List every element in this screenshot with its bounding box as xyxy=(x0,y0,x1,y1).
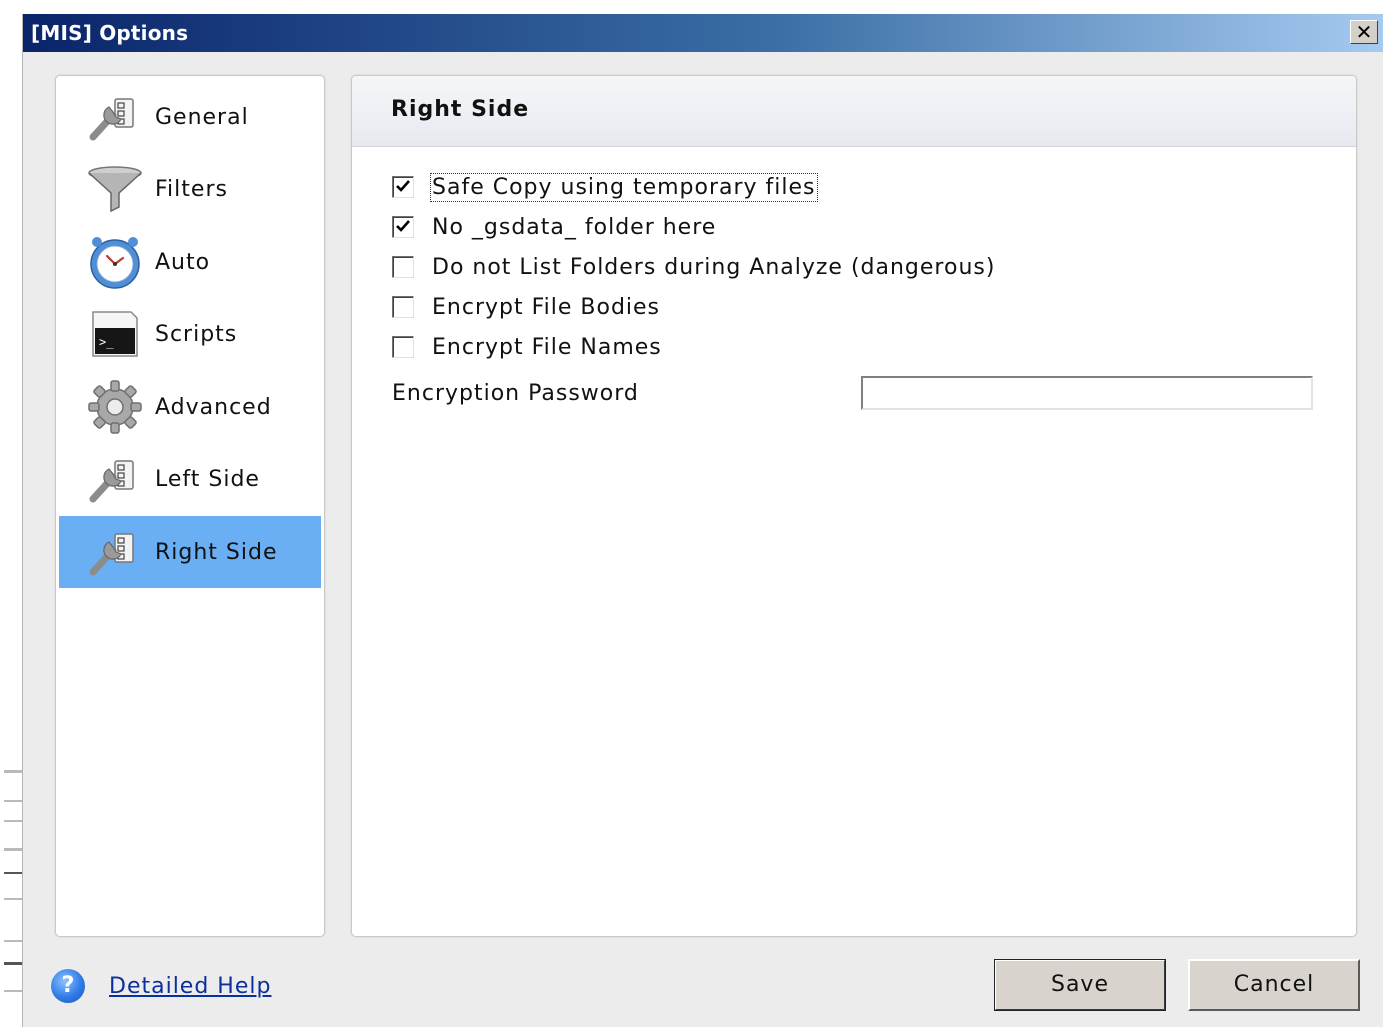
nav-item-auto[interactable]: Auto xyxy=(59,226,321,298)
nav-label: Left Side xyxy=(155,466,260,492)
encrypt-bodies-checkbox[interactable] xyxy=(392,296,414,318)
help-icon[interactable]: ? xyxy=(51,969,85,1003)
funnel-icon xyxy=(87,161,143,217)
checkmark-icon xyxy=(396,180,410,192)
title-bar[interactable]: [MIS] Options ✕ xyxy=(23,14,1383,52)
nav-label: General xyxy=(155,104,249,130)
wrench-checklist-icon xyxy=(87,451,143,507)
terminal-icon: >_ xyxy=(87,306,143,362)
clock-icon xyxy=(87,234,143,290)
nav-item-general[interactable]: General xyxy=(59,81,321,153)
settings-panel: Right Side Safe Copy using temporary fil… xyxy=(351,75,1357,937)
no-gsdata-option[interactable]: No _gsdata_ folder here xyxy=(392,213,716,241)
nav-item-filters[interactable]: Filters xyxy=(59,153,321,225)
category-nav: General Filters Auto >_ Scripts Advanced… xyxy=(55,75,325,937)
safe-copy-option[interactable]: Safe Copy using temporary files xyxy=(392,172,818,202)
no-gsdata-checkbox[interactable] xyxy=(392,216,414,238)
encrypt-names-checkbox[interactable] xyxy=(392,336,414,358)
no-list-folders-option[interactable]: Do not List Folders during Analyze (dang… xyxy=(392,253,995,281)
safe-copy-checkbox[interactable] xyxy=(392,176,414,198)
no-list-folders-label: Do not List Folders during Analyze (dang… xyxy=(432,254,996,280)
detailed-help[interactable]: ? Detailed Help xyxy=(51,969,271,1003)
nav-label: Right Side xyxy=(155,539,278,565)
encryption-password-field[interactable] xyxy=(861,376,1313,410)
encrypt-bodies-label: Encrypt File Bodies xyxy=(432,294,661,320)
encrypt-names-label: Encrypt File Names xyxy=(432,334,662,360)
nav-label: Auto xyxy=(155,249,211,275)
nav-label: Filters xyxy=(155,176,228,202)
encrypt-bodies-option[interactable]: Encrypt File Bodies xyxy=(392,293,660,321)
close-icon: ✕ xyxy=(1355,20,1373,44)
no-gsdata-label: No _gsdata_ folder here xyxy=(432,214,717,240)
gear-icon xyxy=(87,379,143,435)
no-list-folders-checkbox[interactable] xyxy=(392,256,414,278)
nav-item-scripts[interactable]: >_ Scripts xyxy=(59,298,321,370)
options-dialog: [MIS] Options ✕ General Filters Auto >_ … xyxy=(22,14,1383,1027)
encryption-password-label: Encryption Password xyxy=(392,381,639,406)
nav-label: Advanced xyxy=(155,394,272,420)
panel-header: Right Side xyxy=(352,76,1356,147)
close-button[interactable]: ✕ xyxy=(1350,20,1378,44)
svg-text:>_: >_ xyxy=(99,335,114,349)
cancel-button[interactable]: Cancel xyxy=(1188,959,1360,1011)
safe-copy-label: Safe Copy using temporary files xyxy=(430,172,818,202)
nav-item-advanced[interactable]: Advanced xyxy=(59,371,321,443)
encrypt-names-option[interactable]: Encrypt File Names xyxy=(392,333,662,361)
checkmark-icon xyxy=(396,220,410,232)
nav-item-left-side[interactable]: Left Side xyxy=(59,443,321,515)
wrench-checklist-icon xyxy=(87,524,143,580)
detailed-help-link[interactable]: Detailed Help xyxy=(109,974,271,999)
wrench-checklist-icon xyxy=(87,89,143,145)
nav-label: Scripts xyxy=(155,321,238,347)
save-button[interactable]: Save xyxy=(994,959,1166,1011)
nav-item-right-side[interactable]: Right Side xyxy=(59,516,321,588)
panel-title: Right Side xyxy=(391,97,530,122)
window-title: [MIS] Options xyxy=(31,21,189,45)
